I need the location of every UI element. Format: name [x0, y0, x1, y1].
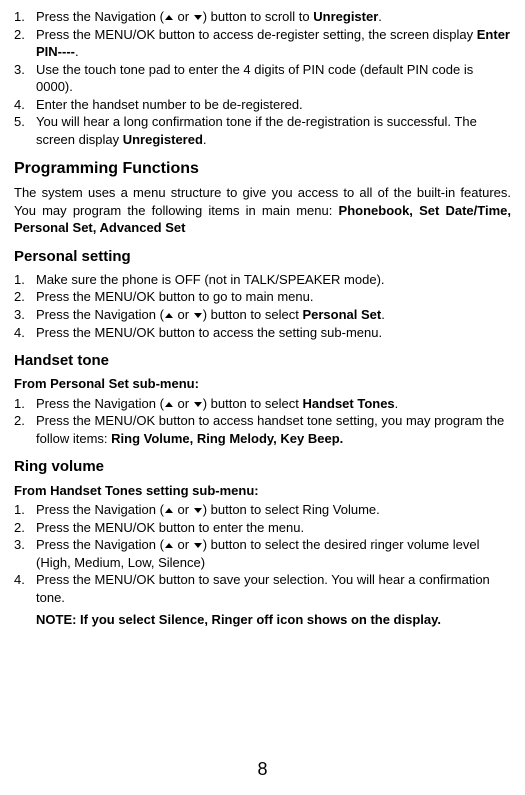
- list-item: 1. Press the Navigation ( or ) button to…: [14, 8, 511, 26]
- personal-steps: 1. Make sure the phone is OFF (not in TA…: [14, 271, 511, 341]
- step-number: 5.: [14, 113, 36, 131]
- list-item: 4. Press the MENU/OK button to save your…: [14, 571, 511, 606]
- list-item: 2. Press the MENU/OK button to enter the…: [14, 519, 511, 537]
- ring-note: NOTE: If you select Silence, Ringer off …: [36, 611, 511, 629]
- handset-heading: Handset tone: [14, 351, 511, 371]
- down-icon: [193, 307, 203, 322]
- programming-intro: The system uses a menu structure to give…: [14, 184, 511, 237]
- step-number: 2.: [14, 412, 36, 430]
- step-number: 1.: [14, 501, 36, 519]
- ring-steps: 1. Press the Navigation ( or ) button to…: [14, 501, 511, 606]
- down-icon: [193, 9, 203, 24]
- step-text: Press the Navigation ( or ) button to se…: [36, 395, 511, 413]
- step-number: 2.: [14, 519, 36, 537]
- step-number: 4.: [14, 571, 36, 589]
- page-number: 8: [0, 757, 525, 781]
- list-item: 5. You will hear a long confirmation ton…: [14, 113, 511, 148]
- step-text: Press the MENU/OK button to access hands…: [36, 412, 511, 447]
- list-item: 3. Press the Navigation ( or ) button to…: [14, 536, 511, 571]
- up-icon: [164, 307, 174, 322]
- step-number: 2.: [14, 288, 36, 306]
- ring-subheading: From Handset Tones setting sub-menu:: [14, 482, 511, 500]
- step-text: Make sure the phone is OFF (not in TALK/…: [36, 271, 511, 289]
- list-item: 2. Press the MENU/OK button to access ha…: [14, 412, 511, 447]
- step-text: Press the MENU/OK button to access the s…: [36, 324, 511, 342]
- step-number: 1.: [14, 8, 36, 26]
- personal-heading: Personal setting: [14, 247, 511, 267]
- step-number: 3.: [14, 61, 36, 79]
- step-number: 3.: [14, 306, 36, 324]
- handset-subheading: From Personal Set sub-menu:: [14, 375, 511, 393]
- list-item: 2. Press the MENU/OK button to go to mai…: [14, 288, 511, 306]
- step-text: Press the MENU/OK button to save your se…: [36, 571, 511, 606]
- down-icon: [193, 396, 203, 411]
- list-item: 2. Press the MENU/OK button to access de…: [14, 26, 511, 61]
- programming-heading: Programming Functions: [14, 158, 511, 180]
- step-text: Press the Navigation ( or ) button to se…: [36, 501, 511, 519]
- down-icon: [193, 502, 203, 517]
- step-number: 3.: [14, 536, 36, 554]
- step-number: 4.: [14, 96, 36, 114]
- up-icon: [164, 396, 174, 411]
- handset-steps: 1. Press the Navigation ( or ) button to…: [14, 395, 511, 448]
- list-item: 3. Press the Navigation ( or ) button to…: [14, 306, 511, 324]
- list-item: 4. Enter the handset number to be de-reg…: [14, 96, 511, 114]
- up-icon: [164, 537, 174, 552]
- list-item: 4. Press the MENU/OK button to access th…: [14, 324, 511, 342]
- deregister-steps: 1. Press the Navigation ( or ) button to…: [14, 8, 511, 148]
- step-text: Use the touch tone pad to enter the 4 di…: [36, 61, 511, 96]
- list-item: 1. Press the Navigation ( or ) button to…: [14, 395, 511, 413]
- step-text: You will hear a long confirmation tone i…: [36, 113, 511, 148]
- ring-heading: Ring volume: [14, 457, 511, 477]
- step-text: Enter the handset number to be de-regist…: [36, 96, 511, 114]
- list-item: 1. Make sure the phone is OFF (not in TA…: [14, 271, 511, 289]
- step-text: Press the MENU/OK button to enter the me…: [36, 519, 511, 537]
- list-item: 1. Press the Navigation ( or ) button to…: [14, 501, 511, 519]
- list-item: 3. Use the touch tone pad to enter the 4…: [14, 61, 511, 96]
- down-icon: [193, 537, 203, 552]
- step-text: Press the Navigation ( or ) button to sc…: [36, 8, 511, 26]
- step-number: 1.: [14, 271, 36, 289]
- step-text: Press the MENU/OK button to access de-re…: [36, 26, 511, 61]
- up-icon: [164, 9, 174, 24]
- step-text: Press the MENU/OK button to go to main m…: [36, 288, 511, 306]
- up-icon: [164, 502, 174, 517]
- step-number: 2.: [14, 26, 36, 44]
- step-text: Press the Navigation ( or ) button to se…: [36, 536, 511, 571]
- step-text: Press the Navigation ( or ) button to se…: [36, 306, 511, 324]
- step-number: 4.: [14, 324, 36, 342]
- step-number: 1.: [14, 395, 36, 413]
